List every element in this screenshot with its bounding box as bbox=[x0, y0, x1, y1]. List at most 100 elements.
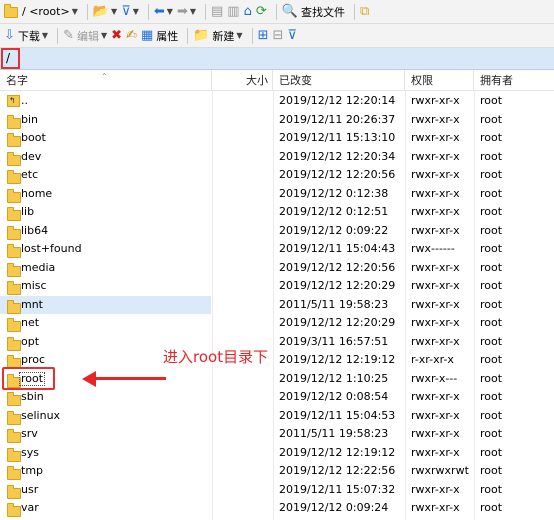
properties-button[interactable]: ▦ 属性 bbox=[141, 26, 178, 46]
column-modified-label: 已改变 bbox=[279, 74, 312, 87]
file-owner: root bbox=[480, 427, 503, 440]
column-owner[interactable]: 拥有者 bbox=[474, 70, 554, 91]
file-modified: 2019/12/12 0:12:51 bbox=[279, 205, 389, 218]
file-row[interactable]: srv 2011/5/11 19:58:23 rwxr-xr-x root bbox=[0, 425, 554, 444]
file-size bbox=[212, 425, 272, 444]
file-modified: 2019/12/11 15:07:32 bbox=[279, 482, 396, 496]
back-arrow-icon: ⬅ bbox=[153, 4, 165, 19]
file-row[interactable]: misc 2019/12/12 12:20:29 rwxr-xr-x root bbox=[0, 277, 554, 296]
tree-button[interactable]: ⧉ bbox=[360, 2, 369, 22]
column-rights[interactable]: 权限 bbox=[405, 70, 474, 91]
file-modified: 2019/12/12 12:20:29 bbox=[279, 316, 396, 329]
file-row[interactable]: home 2019/12/12 0:12:38 rwxr-xr-x root bbox=[0, 185, 554, 204]
filter-button[interactable]: ⊽ ▼ bbox=[121, 2, 139, 22]
filter-select-button[interactable]: ⊽ bbox=[287, 26, 297, 46]
file-row[interactable]: tmp 2019/12/12 12:22:56 rwxrwxrwt root bbox=[0, 462, 554, 481]
file-rights: rwxr-xr-x bbox=[411, 279, 460, 292]
file-row[interactable]: proc 2019/12/12 12:19:12 r-xr-xr-x root bbox=[0, 351, 554, 370]
new-label: 新建 bbox=[212, 29, 235, 43]
file-owner: root bbox=[480, 168, 503, 181]
back-button[interactable]: ⬅ ▼ bbox=[154, 2, 173, 22]
refresh-button[interactable]: ⟳ bbox=[256, 2, 267, 22]
file-modified: 2019/12/12 12:22:56 bbox=[279, 464, 396, 477]
file-modified: 2019/3/11 16:57:51 bbox=[279, 334, 389, 348]
file-row[interactable]: net 2019/12/12 12:20:29 rwxr-xr-x root bbox=[0, 314, 554, 333]
file-row[interactable]: sbin 2019/12/12 0:08:54 rwxr-xr-x root bbox=[0, 388, 554, 407]
file-rights: rwxr-xr-x bbox=[411, 205, 460, 218]
home-button[interactable]: ⌂ bbox=[244, 2, 252, 22]
file-row[interactable]: dev 2019/12/12 12:20:34 rwxr-xr-x root bbox=[0, 148, 554, 167]
file-rights: rwxr-xr-x bbox=[411, 445, 460, 459]
file-size bbox=[212, 185, 272, 204]
file-row[interactable]: lib 2019/12/12 0:12:51 rwxr-xr-x root bbox=[0, 203, 554, 222]
file-name: bin bbox=[21, 112, 39, 126]
column-modified[interactable]: 已改变 bbox=[273, 70, 405, 91]
file-row[interactable]: bin 2019/12/11 20:26:37 rwxr-xr-x root bbox=[0, 111, 554, 130]
column-name-label: 名字 bbox=[6, 74, 28, 87]
file-rights: r-xr-xr-x bbox=[411, 353, 454, 366]
parent-dir-button[interactable]: ▤ bbox=[211, 2, 223, 22]
edit-label: 编辑 bbox=[76, 29, 99, 43]
path-bar[interactable]: / bbox=[0, 48, 554, 70]
file-name: lib bbox=[21, 205, 35, 218]
file-row[interactable]: mnt 2011/5/11 19:58:23 rwxr-xr-x root bbox=[0, 295, 554, 315]
new-button[interactable]: 📁 新建 ▼ bbox=[193, 26, 242, 46]
file-rights: rwxr-xr-x bbox=[411, 297, 460, 311]
properties-icon: ▦ bbox=[140, 28, 154, 43]
rename-button[interactable]: ✍ bbox=[126, 26, 137, 46]
file-modified: 2019/12/11 15:13:10 bbox=[279, 131, 396, 144]
file-rights: rwxr-xr-x bbox=[411, 427, 460, 440]
file-name: lib64 bbox=[21, 223, 49, 237]
file-row[interactable]: boot 2019/12/11 15:13:10 rwxr-xr-x root bbox=[0, 129, 554, 148]
file-owner: root bbox=[480, 223, 503, 237]
file-row[interactable]: ↰.. 2019/12/12 12:20:14 rwxr-xr-x root bbox=[0, 92, 554, 111]
edit-icon: ✎ bbox=[63, 28, 74, 43]
column-name[interactable]: ⌃ 名字 bbox=[0, 70, 212, 91]
forward-button[interactable]: ➡ ▼ bbox=[177, 2, 196, 22]
folder-icon bbox=[4, 4, 18, 18]
current-path[interactable]: / bbox=[1, 48, 20, 69]
file-owner: root bbox=[480, 131, 503, 144]
file-row[interactable]: etc 2019/12/12 12:20:56 rwxr-xr-x root bbox=[0, 166, 554, 185]
open-folder-button[interactable]: 📂 ▼ bbox=[93, 2, 117, 22]
file-size bbox=[212, 148, 272, 167]
root-dir-button[interactable]: ▥ bbox=[227, 2, 239, 22]
file-owner: root bbox=[480, 279, 503, 292]
chevron-down-icon: ▼ bbox=[71, 7, 78, 16]
file-owner: root bbox=[480, 482, 503, 496]
find-files-button[interactable]: 🔍 查找文件 bbox=[282, 2, 345, 22]
home-icon: ⌂ bbox=[243, 4, 252, 19]
column-size[interactable]: 大小 bbox=[212, 70, 273, 91]
delete-button[interactable]: ✖ bbox=[111, 26, 122, 46]
file-modified: 2011/5/11 19:58:23 bbox=[279, 427, 389, 440]
file-row[interactable]: selinux 2019/12/11 15:04:53 rwxr-xr-x root bbox=[0, 407, 554, 426]
filter-icon: ⊽ bbox=[287, 28, 297, 43]
collapse-button[interactable]: ⊟ bbox=[272, 26, 283, 46]
file-row[interactable]: sys 2019/12/12 12:19:12 rwxr-xr-x root bbox=[0, 444, 554, 463]
annotation-arrow-line bbox=[94, 377, 166, 380]
file-row[interactable]: var 2019/12/12 0:09:24 rwxr-xr-x root bbox=[0, 499, 554, 518]
chevron-down-icon: ▼ bbox=[100, 31, 108, 40]
file-modified: 2019/12/12 12:20:56 bbox=[279, 260, 396, 274]
file-name: srv bbox=[21, 427, 38, 440]
edit-button[interactable]: ✎ 编辑 ▼ bbox=[63, 26, 107, 46]
file-row[interactable]: lib64 2019/12/12 0:09:22 rwxr-xr-x root bbox=[0, 222, 554, 241]
file-size bbox=[212, 129, 272, 148]
path-dropdown[interactable]: / <root> ▼ bbox=[4, 2, 78, 22]
find-files-label: 查找文件 bbox=[300, 5, 345, 19]
file-size bbox=[212, 222, 272, 241]
file-modified: 2019/12/12 12:20:29 bbox=[279, 279, 396, 292]
properties-label: 属性 bbox=[156, 29, 179, 43]
file-modified: 2019/12/11 15:04:43 bbox=[279, 242, 396, 255]
expand-button[interactable]: ⊞ bbox=[258, 26, 269, 46]
plus-box-icon: ⊞ bbox=[257, 28, 269, 43]
file-size bbox=[212, 481, 272, 500]
download-button[interactable]: ⇩ 下载 ▼ bbox=[4, 26, 48, 46]
file-row[interactable]: usr 2019/12/11 15:07:32 rwxr-xr-x root bbox=[0, 481, 554, 500]
file-row[interactable]: lost+found 2019/12/11 15:04:43 rwx------ ro… bbox=[0, 240, 554, 259]
file-row[interactable]: opt 2019/3/11 16:57:51 rwxr-xr-x root bbox=[0, 333, 554, 352]
file-size bbox=[212, 296, 272, 315]
file-row[interactable]: media 2019/12/12 12:20:56 rwxr-xr-x root bbox=[0, 259, 554, 278]
rename-icon: ✍ bbox=[126, 28, 137, 43]
chevron-down-icon: ▼ bbox=[132, 7, 139, 16]
